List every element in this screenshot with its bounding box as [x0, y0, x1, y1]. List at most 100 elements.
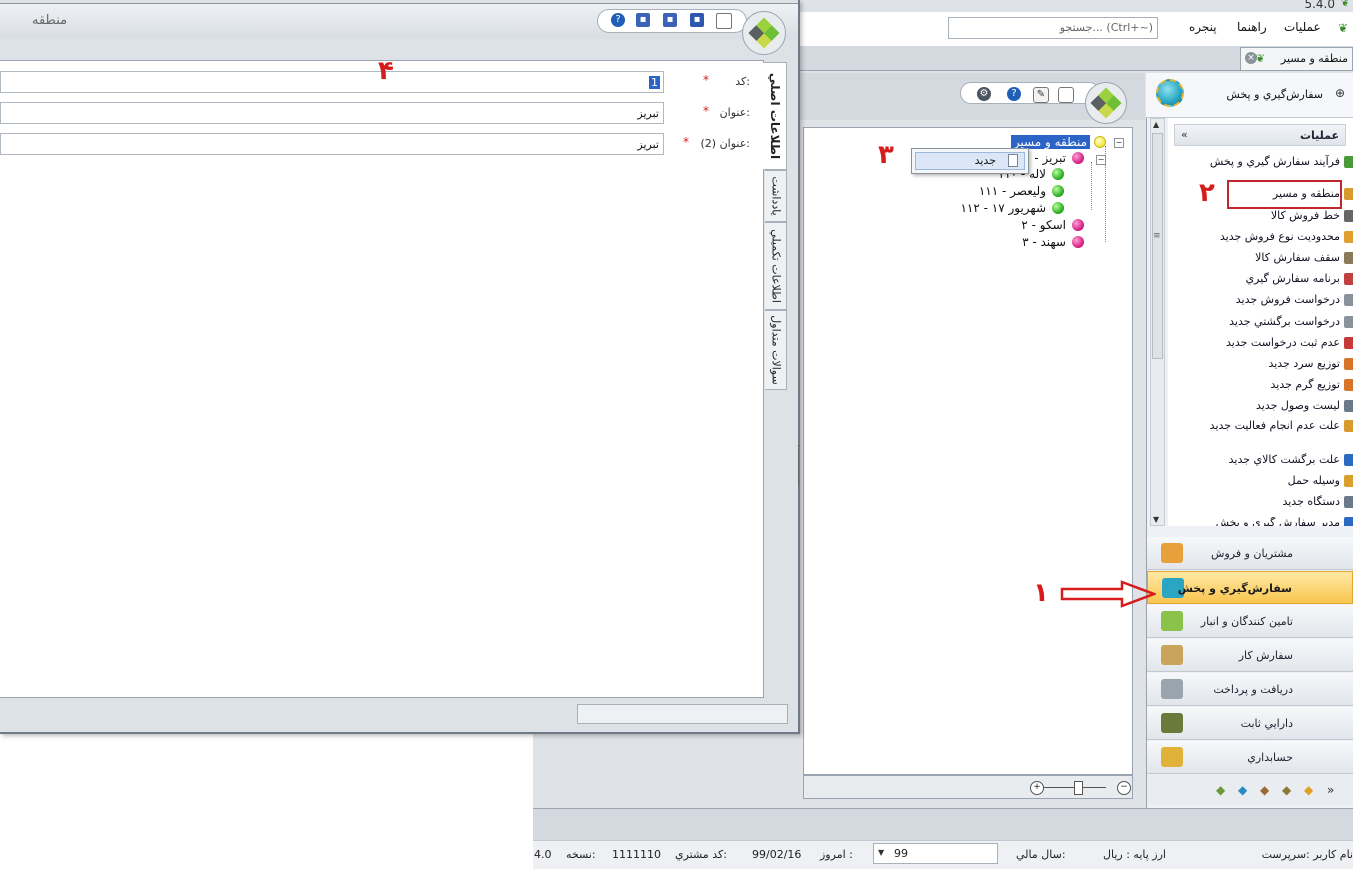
tree-node-label[interactable]: ۱۱۲ - ۱۷ شهریور [960, 201, 1046, 215]
help-icon[interactable]: ? [611, 13, 625, 27]
operation-item-label: علت برگشت کالاي جدید [1228, 453, 1340, 466]
operation-item[interactable]: سقف سفارش کالا [1180, 252, 1353, 264]
operation-item[interactable]: فرآیند سفارش گیري و پخش [1180, 156, 1353, 168]
operation-item[interactable]: محدودیت نوع فروش جدید [1180, 231, 1353, 243]
operation-item-label: وسیله حمل [1287, 474, 1340, 487]
module-button[interactable]: مشتریان و فروش [1147, 537, 1353, 570]
accounting-mini-icon[interactable]: ◆ [1304, 783, 1313, 797]
save-close-icon[interactable]: ▪ [663, 13, 677, 27]
operation-item-label: لیست وصول جدید [1255, 399, 1340, 412]
module-button[interactable]: تامین کنندگان و انبار [1147, 605, 1353, 638]
operations-group-header[interactable]: « عملیات [1174, 124, 1346, 146]
required-asterisk: * [703, 73, 709, 87]
nav-scrollbar[interactable]: ▲ ≡ ▼ [1150, 118, 1165, 526]
operation-item[interactable]: درخواست برگشتي جدید [1180, 316, 1353, 328]
collapse-icon[interactable]: − [1096, 155, 1106, 165]
context-menu-new[interactable]: جدید [915, 152, 1025, 170]
operation-item[interactable]: علت برگشت کالاي جدید [1180, 453, 1353, 466]
pin-icon[interactable]: ⊕ [1335, 86, 1345, 100]
document-icon [1344, 316, 1353, 328]
field-value: تبریز [637, 107, 659, 120]
tree-guide-line [1091, 162, 1093, 210]
work-mini-icon[interactable]: ◆ [1238, 783, 1247, 797]
tree-node-icon [1072, 219, 1084, 231]
tab-region-route[interactable]: × ❦ منطقه و مسیر [1240, 47, 1353, 70]
grip-icon: ≡ [1153, 231, 1161, 241]
module-button[interactable]: حسابداري [1147, 741, 1353, 774]
module-button[interactable]: سفارش کار [1147, 639, 1353, 672]
annotation-number-1: ۱ [1033, 578, 1049, 608]
help-icon[interactable]: ? [1007, 87, 1021, 101]
module-button[interactable]: سفارش‌گیري و پخش [1147, 571, 1353, 604]
module-label: سفارش کار [1238, 649, 1293, 662]
scroll-down-icon[interactable]: ▼ [1153, 515, 1159, 524]
tree-node-label[interactable]: ۱۱۱ - ولیعصر [979, 184, 1046, 198]
vehicle-icon [1344, 475, 1353, 487]
operation-item[interactable]: دستگاه جدید [1180, 496, 1353, 508]
module-button[interactable]: دارایي ثابت [1147, 707, 1353, 740]
collapse-icon[interactable]: − [1114, 138, 1124, 148]
zoom-in-icon[interactable]: + [1030, 781, 1044, 795]
vertical-tab[interactable]: سوالات متداول [765, 310, 787, 390]
operation-item[interactable]: لیست وصول جدید [1180, 399, 1353, 412]
module-label: مشتریان و فروش [1211, 547, 1293, 560]
chevron-icon[interactable]: » [1327, 783, 1334, 797]
tree-root-label[interactable]: منطقه و مسیر [1010, 135, 1090, 149]
operation-item-label: برنامه سفارش گیري [1245, 272, 1340, 285]
menu-help[interactable]: راهنما [1237, 20, 1267, 34]
people-icon [1344, 156, 1353, 168]
collapse-icon[interactable]: « [1181, 128, 1188, 141]
search-input[interactable]: جستجو... (Ctrl+~) [948, 17, 1158, 39]
menu-operations[interactable]: عملیات [1284, 20, 1321, 34]
scroll-up-icon[interactable]: ▲ [1153, 120, 1159, 129]
tag-icon [1344, 231, 1353, 243]
clipboard-icon [1344, 420, 1353, 432]
operation-item[interactable]: توزیع گرم جدید [1180, 379, 1353, 391]
vertical-tab-label: یادداشت [769, 176, 782, 216]
cart-icon [1344, 454, 1353, 466]
window-splitter[interactable] [798, 445, 803, 485]
module-button[interactable]: دریافت و پرداخت [1147, 673, 1353, 706]
fiscal-year-select[interactable]: ▼ 99 [873, 843, 998, 864]
code-input[interactable]: 1 [0, 71, 664, 93]
window-footer [0, 698, 798, 732]
scroll-thumb[interactable] [1152, 133, 1163, 359]
field-value: تبریز [637, 138, 659, 151]
edit-icon[interactable]: ✎ [1033, 87, 1049, 103]
payment-mini-icon[interactable]: ◆ [1260, 783, 1269, 797]
operation-item[interactable]: علت عدم انجام فعالیت جدید [1180, 420, 1353, 432]
tree-node-label[interactable]: ۲ - اسکو [1021, 218, 1066, 232]
status-today: 99/02/16 [752, 848, 802, 861]
tree-node-label[interactable]: ۳ - سهند [1022, 235, 1066, 249]
tree-node-label[interactable]: ۱ - تبریز [1024, 151, 1066, 165]
title-input[interactable]: تبریز [0, 102, 664, 124]
help-globe-icon[interactable]: ⚙ [977, 87, 991, 101]
menu-window[interactable]: پنجره [1189, 20, 1217, 34]
title2-input[interactable]: تبریز [0, 133, 664, 155]
list-icon [1344, 400, 1353, 412]
operation-item[interactable]: توزیع سرد جدید [1180, 357, 1353, 370]
dropdown-arrow-icon[interactable]: ▼ [878, 848, 884, 857]
new-document-icon[interactable] [1058, 87, 1074, 103]
vertical-tab[interactable]: اطلاعات اصلي [763, 62, 787, 170]
operation-item[interactable]: برنامه سفارش گیري [1180, 272, 1353, 285]
operation-item[interactable]: وسیله حمل [1180, 474, 1353, 487]
vertical-tab[interactable]: اطلاعات تکمیلي [765, 222, 787, 310]
operation-item[interactable]: خط فروش کالا [1180, 210, 1353, 222]
asset-mini-icon[interactable]: ◆ [1282, 783, 1291, 797]
save-new-icon[interactable]: ▪ [636, 13, 650, 27]
operation-item[interactable]: عدم ثبت درخواست جدید [1180, 337, 1353, 349]
zoom-slider-thumb[interactable] [1074, 781, 1083, 795]
operation-item-label: توزیع سرد جدید [1268, 357, 1340, 370]
device-icon [1344, 496, 1353, 508]
operation-item[interactable]: درخواست فروش جدید [1180, 294, 1353, 306]
tree-node-icon [1052, 185, 1064, 197]
vertical-tab[interactable]: یادداشت [765, 170, 787, 222]
tree-zoom-bar: + − [803, 775, 1133, 799]
new-document-icon[interactable] [716, 13, 732, 29]
status-customer-code-label: کد مشتري: [675, 848, 727, 861]
save-icon[interactable]: ▪ [690, 13, 704, 27]
supplier-mini-icon[interactable]: ◆ [1216, 783, 1225, 797]
barcode-icon [1344, 210, 1353, 222]
zoom-out-icon[interactable]: − [1117, 781, 1131, 795]
